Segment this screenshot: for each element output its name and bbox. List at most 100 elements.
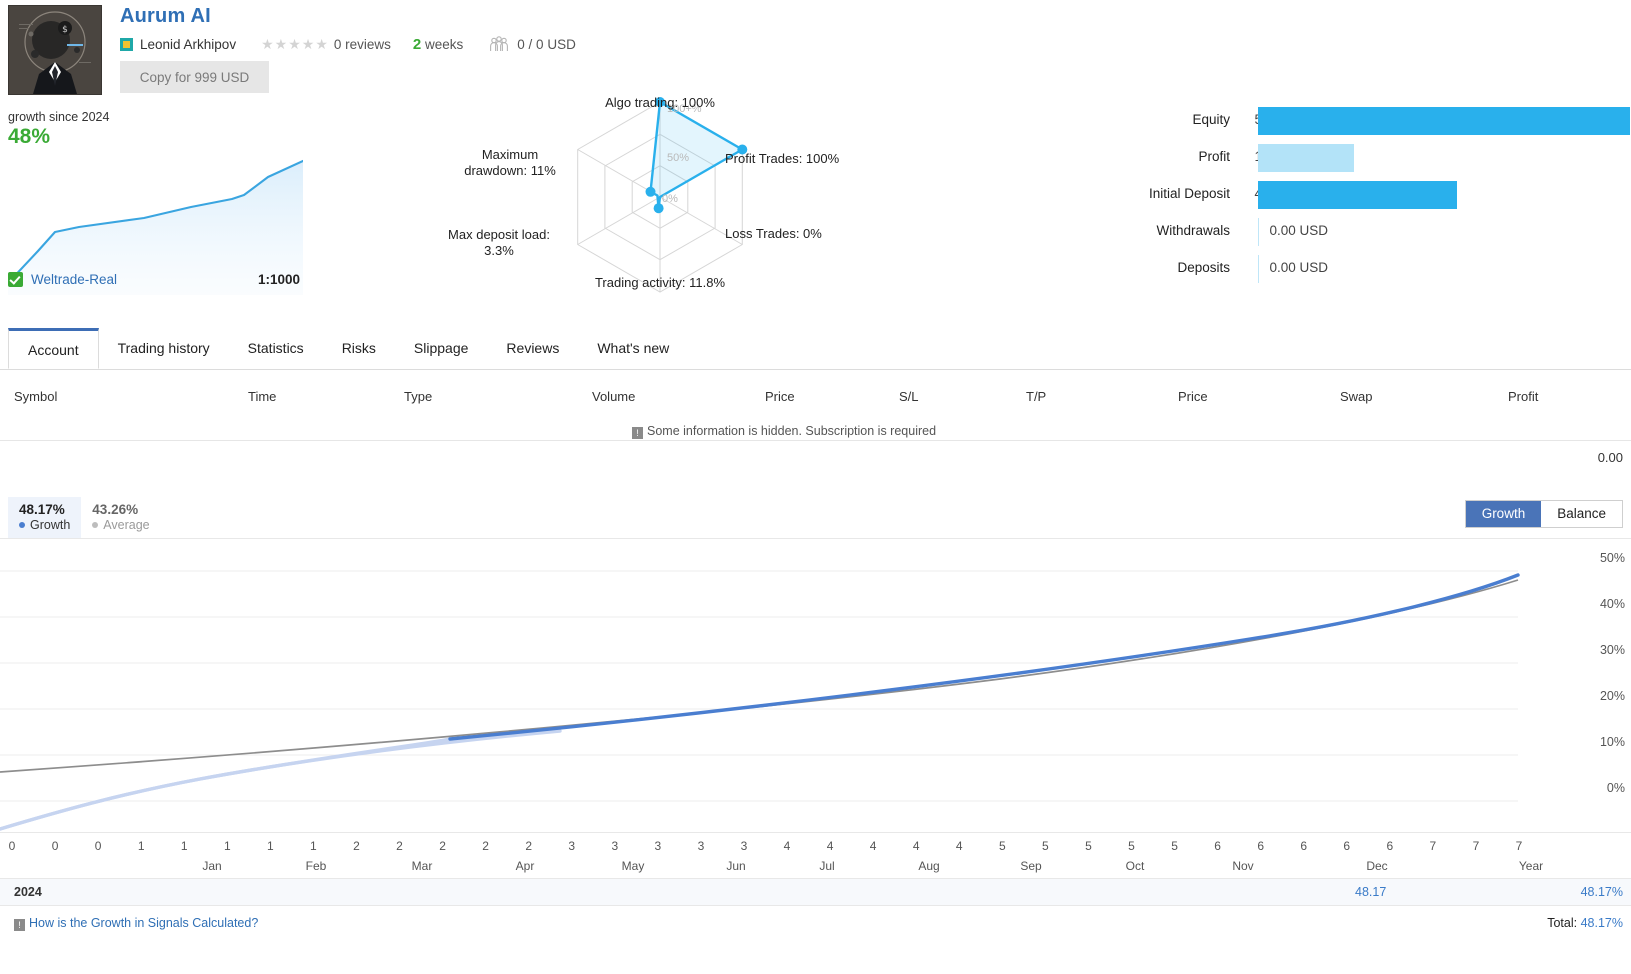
mini-growth-value: 48%	[8, 125, 51, 148]
x-axis-week-number: 2	[525, 839, 533, 853]
column-header-swap[interactable]: Swap	[1340, 389, 1373, 404]
signal-age-unit: weeks	[425, 36, 464, 52]
footer-total-label: Total:	[1547, 916, 1578, 930]
tab-reviews[interactable]: Reviews	[487, 328, 578, 369]
radar-ring-label-0: 0%	[662, 193, 678, 205]
x-axis-week-number: 6	[1300, 839, 1308, 853]
legend-item-average[interactable]: 43.26% Average	[81, 497, 160, 538]
x-axis-month-label: Aug	[918, 859, 940, 873]
growth-help-link[interactable]: ! How is the Growth in Signals Calculated…	[14, 916, 258, 931]
x-axis-week-number: 6	[1343, 839, 1351, 853]
x-axis-week-number: 0	[94, 839, 102, 853]
stat-bar-track	[1258, 255, 1630, 283]
y-axis-label-20: 20%	[1599, 689, 1625, 703]
year-label: 2024	[14, 885, 42, 899]
legend-dot-icon	[19, 522, 25, 528]
x-axis-week-number: 2	[396, 839, 403, 853]
legend-item-growth[interactable]: 48.17% Growth	[8, 497, 82, 538]
x-axis-month-label: Nov	[1232, 859, 1254, 873]
star-icon: ★	[261, 36, 274, 52]
stat-row-withdrawals: Withdrawals 0.00 USD	[1000, 214, 1631, 251]
x-axis-month-label: Oct	[1125, 859, 1145, 873]
radar-ring-label-50: 50%	[667, 152, 689, 164]
column-header-price-open[interactable]: Price	[765, 389, 795, 404]
column-header-profit[interactable]: Profit	[1508, 389, 1538, 404]
hidden-info-note: ! Some information is hidden. Subscriptio…	[632, 424, 936, 439]
star-icon: ★	[315, 36, 328, 52]
rating-stars[interactable]: ★ ★ ★ ★ ★	[261, 37, 328, 51]
leverage-value: 1:1000	[257, 272, 300, 287]
broker-name[interactable]: Weltrade-Real	[31, 272, 117, 287]
x-axis-month-label: Sep	[1020, 859, 1042, 873]
tab-account[interactable]: Account	[8, 328, 99, 369]
stat-row-deposits: Deposits 0.00 USD	[1000, 251, 1631, 288]
tab-statistics[interactable]: Statistics	[229, 328, 323, 369]
x-axis-week-number: 7	[1429, 839, 1437, 853]
x-axis-month-label: Jan	[202, 859, 222, 873]
x-axis-month-label: Jun	[726, 859, 746, 873]
x-axis-month-label: Feb	[305, 859, 327, 873]
year-dec-value[interactable]: 48.17	[1355, 885, 1386, 899]
signal-age: 2 weeks	[413, 36, 463, 53]
x-axis-week-number: 0	[51, 839, 59, 853]
radar-label-max-deposit-load-line1: Max deposit load:	[448, 227, 550, 242]
trader-avatar-icon: $	[9, 6, 101, 94]
page-title[interactable]: Aurum AI	[120, 5, 211, 28]
star-icon: ★	[301, 36, 315, 52]
x-axis-week-number: 1	[223, 839, 231, 853]
mini-growth-caption: growth since 2024	[8, 110, 110, 124]
growth-help-link-text: How is the Growth in Signals Calculated?	[29, 916, 259, 930]
star-icon: ★	[274, 36, 288, 52]
stat-bar-fill	[1258, 144, 1354, 172]
stat-label: Equity	[1192, 112, 1230, 127]
footer-total: Total: 48.17%	[1547, 916, 1623, 930]
growth-chart-svg	[0, 570, 1520, 831]
x-axis-week-number: 4	[869, 839, 877, 853]
column-header-time[interactable]: Time	[248, 389, 276, 404]
star-icon: ★	[288, 36, 301, 52]
radar-label-maximum-drawdown-line2: drawdown: 11%	[464, 163, 556, 179]
radar-label-max-deposit-load-line2: 3.3%	[484, 243, 514, 259]
tab-risks[interactable]: Risks	[323, 328, 395, 369]
tab-whats-new[interactable]: What's new	[578, 328, 688, 369]
stat-bar-track	[1258, 218, 1630, 246]
signal-header: $ Aurum AI Leonid Arkhipov ★ ★ ★ ★ ★ 0 r…	[0, 0, 1631, 100]
toggle-growth[interactable]: Growth	[1465, 501, 1542, 527]
account-stats: Equity 592.69 USD Profit 192.69 USD Init…	[1000, 103, 1631, 288]
stat-row-profit: Profit 192.69 USD	[1000, 140, 1631, 177]
x-axis-week-number: 2	[439, 839, 446, 853]
hidden-info-text: Some information is hidden. Subscription…	[647, 424, 937, 438]
verified-check-icon	[8, 272, 23, 287]
stat-label: Deposits	[1177, 260, 1230, 275]
stat-bar-fill	[1258, 255, 1259, 283]
mini-growth-chart: growth since 2024 48%	[8, 110, 308, 295]
column-header-volume[interactable]: Volume	[592, 389, 635, 404]
monthly-growth-row: 2024 48.17 48.17%	[0, 878, 1631, 906]
column-header-price-close[interactable]: Price	[1178, 389, 1208, 404]
x-axis-week-number: 4	[783, 839, 791, 853]
x-axis-week-number: 4	[955, 839, 963, 853]
column-header-type[interactable]: Type	[404, 389, 432, 404]
column-header-tp[interactable]: T/P	[1026, 389, 1046, 404]
column-header-symbol[interactable]: Symbol	[14, 389, 57, 404]
x-axis-week-number: 1	[266, 839, 274, 853]
tab-slippage[interactable]: Slippage	[395, 328, 488, 369]
legend-growth-name: Growth	[30, 518, 71, 532]
info-icon: !	[632, 427, 643, 439]
copy-button[interactable]: Copy for 999 USD	[120, 61, 269, 93]
author-name[interactable]: Leonid Arkhipov	[140, 37, 236, 52]
chart-mode-toggle: Growth Balance	[1464, 500, 1623, 528]
year-total-value[interactable]: 48.17%	[1581, 885, 1623, 899]
x-axis-week-number: 4	[912, 839, 920, 853]
x-axis-week-number: 1	[137, 839, 145, 853]
footer-total-value: 48.17%	[1580, 916, 1623, 930]
x-axis-month-label: Mar	[411, 859, 433, 873]
column-header-sl[interactable]: S/L	[899, 389, 919, 404]
toggle-balance[interactable]: Balance	[1541, 501, 1622, 527]
tab-trading-history[interactable]: Trading history	[99, 328, 229, 369]
x-axis: 0 0 0 1 1 1 1 1 2 2 2 2 2 3 3 3 3 3 4 4 4 4 4 5 5 5 5 5 6 6 6 6 6 7 7 7 Jan…	[0, 832, 1631, 878]
x-axis-week-number: 7	[1472, 839, 1480, 853]
stat-row-equity: Equity 592.69 USD	[1000, 103, 1631, 140]
radar-label-trading-activity: Trading activity: 11.8%	[594, 275, 726, 290]
reviews-count[interactable]: 0 reviews	[334, 37, 391, 52]
